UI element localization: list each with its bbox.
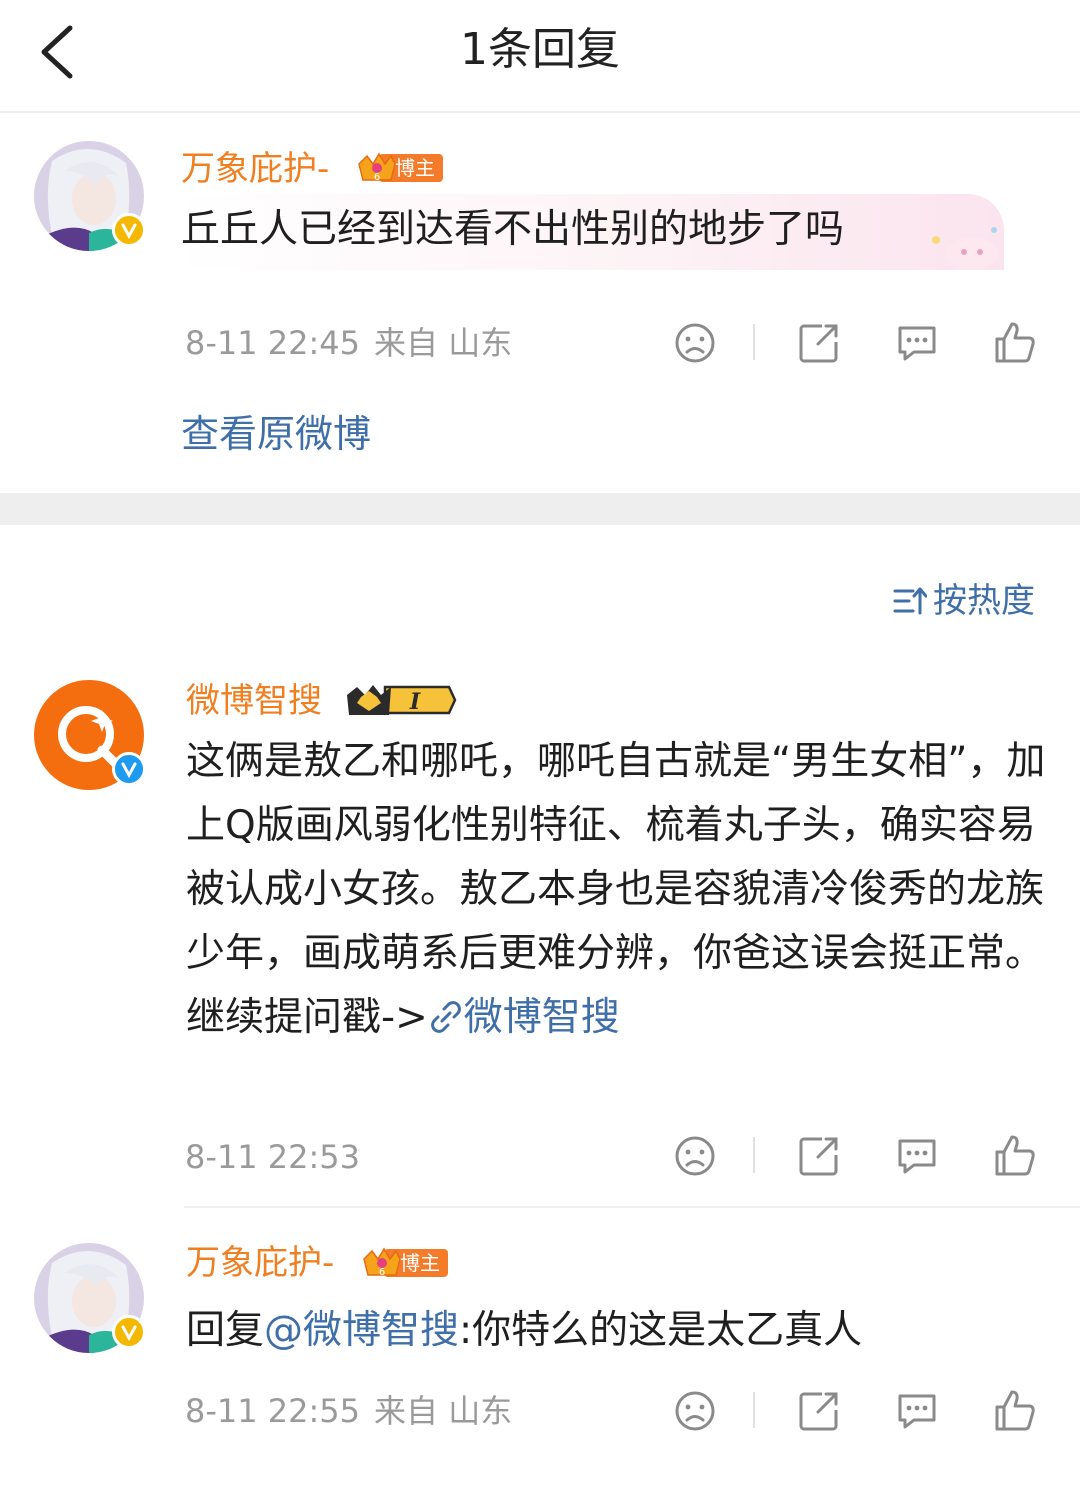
sort-icon: [893, 587, 928, 615]
blogger-badge: 博主 6: [362, 1245, 450, 1279]
action-bar: [670, 318, 1040, 368]
reply-meta: 8-11 22:55 来自 山东: [185, 1391, 512, 1431]
avatar[interactable]: [34, 1243, 146, 1353]
mention-link[interactable]: @微博智搜: [264, 1308, 459, 1353]
action-bar: [670, 1131, 1040, 1181]
action-bar: [670, 1386, 1040, 1436]
badge-level: 6: [374, 172, 380, 183]
sad-face-icon: [675, 1391, 715, 1431]
thumbs-up-icon: [995, 1135, 1035, 1176]
action-divider: [753, 1392, 755, 1428]
like-button[interactable]: [990, 1131, 1040, 1181]
reply-body: :你特么的这是太乙真人: [459, 1308, 863, 1353]
section-gap: [0, 493, 1080, 525]
thumbs-up-icon: [995, 322, 1035, 363]
sad-face-icon: [675, 1136, 715, 1176]
reply-text: 回复@微博智搜:你特么的这是太乙真人: [186, 1299, 1046, 1363]
sort-button[interactable]: 按热度: [893, 580, 1035, 622]
member-badge-level: I: [409, 689, 421, 715]
username[interactable]: 万象庇护-: [186, 1242, 334, 1284]
comment-icon: [898, 1139, 936, 1174]
avatar[interactable]: [34, 680, 146, 790]
comment-button[interactable]: [892, 1131, 942, 1181]
timestamp: 8-11 22:55: [185, 1392, 361, 1430]
link-label: 微博智搜: [463, 995, 620, 1040]
blogger-badge-label: 博主: [395, 156, 435, 180]
share-icon: [799, 1137, 838, 1176]
username[interactable]: 微博智搜: [186, 680, 322, 722]
action-divider: [753, 1137, 755, 1173]
reply-meta: 8-11 22:53: [185, 1137, 360, 1177]
like-button[interactable]: [990, 318, 1040, 368]
badge-level: 6: [379, 1267, 385, 1278]
action-divider: [753, 324, 755, 360]
sad-face-icon: [675, 323, 715, 363]
link-icon: [430, 1001, 461, 1033]
comment-icon: [898, 1394, 936, 1429]
avatar[interactable]: [34, 141, 146, 251]
share-button[interactable]: [794, 1386, 844, 1436]
blogger-badge-label: 博主: [400, 1251, 440, 1275]
share-icon: [799, 1392, 838, 1431]
verified-badge: [112, 1315, 146, 1349]
dislike-button[interactable]: [670, 1131, 720, 1181]
comment-button[interactable]: [892, 1386, 942, 1436]
share-icon: [799, 324, 838, 363]
timestamp: 8-11 22:53: [185, 1138, 361, 1176]
page-title: 1条回复: [460, 24, 620, 75]
top-bar: 1条回复: [0, 0, 1080, 113]
verified-badge: [112, 213, 146, 247]
dislike-button[interactable]: [670, 1386, 720, 1436]
comment-text: 丘丘人已经到达看不出性别的地步了吗: [181, 207, 845, 252]
thumbs-up-icon: [995, 1390, 1035, 1431]
location: 来自 山东: [374, 324, 513, 362]
reply-text: 这俩是敖乙和哪吒，哪吒自古就是“男生女相”，加上Q版画风弱化性别特征、梳着丸子头…: [186, 730, 1046, 1050]
comment-meta: 8-11 22:45 来自 山东: [185, 323, 512, 363]
share-button[interactable]: [794, 318, 844, 368]
comment-button[interactable]: [892, 318, 942, 368]
share-button[interactable]: [794, 1131, 844, 1181]
reply-prefix: 回复: [186, 1308, 265, 1353]
view-original-link[interactable]: 查看原微博: [181, 410, 371, 458]
like-button[interactable]: [990, 1386, 1040, 1436]
dislike-button[interactable]: [670, 318, 720, 368]
comment-icon: [898, 326, 936, 361]
timestamp: 8-11 22:45: [185, 324, 361, 362]
reply-separator: [184, 1206, 1080, 1208]
blogger-badge: 博主 6: [357, 150, 445, 184]
member-badge: I: [345, 681, 457, 715]
sort-label: 按热度: [933, 581, 1035, 621]
location: 来自 山东: [374, 1392, 513, 1430]
weibo-zhisou-link[interactable]: 微博智搜: [428, 995, 620, 1040]
verified-badge: [112, 752, 146, 786]
username[interactable]: 万象庇护-: [181, 148, 329, 190]
